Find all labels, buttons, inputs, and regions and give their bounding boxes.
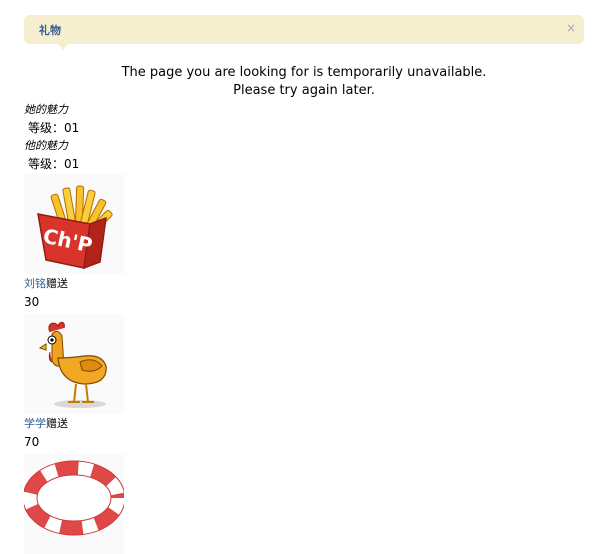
- his-charm-level: 等级：01: [28, 157, 80, 171]
- error-message: The page you are looking for is temporar…: [0, 64, 608, 100]
- close-icon[interactable]: ×: [566, 21, 576, 35]
- gift-giver-1: 刘铭赠送: [24, 276, 324, 294]
- her-charm-title: 她的魅力: [24, 103, 68, 116]
- gift-tab-bar: 礼物 ×: [24, 15, 584, 50]
- gift-verb-1: 赠送: [46, 277, 68, 290]
- life-ring-icon[interactable]: [24, 454, 124, 554]
- gift-count-2: 70: [24, 435, 40, 449]
- gift-giver-link-1[interactable]: 刘铭: [24, 277, 46, 290]
- gift-giver-link-2[interactable]: 学学: [24, 417, 46, 430]
- error-line-2: Please try again later.: [233, 83, 375, 98]
- gift-verb-2: 赠送: [46, 417, 68, 430]
- tab-gift[interactable]: 礼物: [39, 22, 61, 38]
- gift-count-1: 30: [24, 295, 40, 309]
- rubber-chicken-icon[interactable]: [24, 314, 124, 414]
- french-fries-icon[interactable]: Ch'P: [24, 174, 124, 274]
- gift-giver-2: 学学赠送: [24, 416, 324, 434]
- gift-content: 她的魅力 等级：01 他的魅力 等级：01 Ch'P 刘铭赠送 30 学学赠送 …: [24, 102, 324, 554]
- error-line-1: The page you are looking for is temporar…: [121, 65, 487, 80]
- her-charm-level: 等级：01: [28, 121, 80, 135]
- tab-pointer: [58, 44, 68, 50]
- his-charm-title: 他的魅力: [24, 139, 68, 152]
